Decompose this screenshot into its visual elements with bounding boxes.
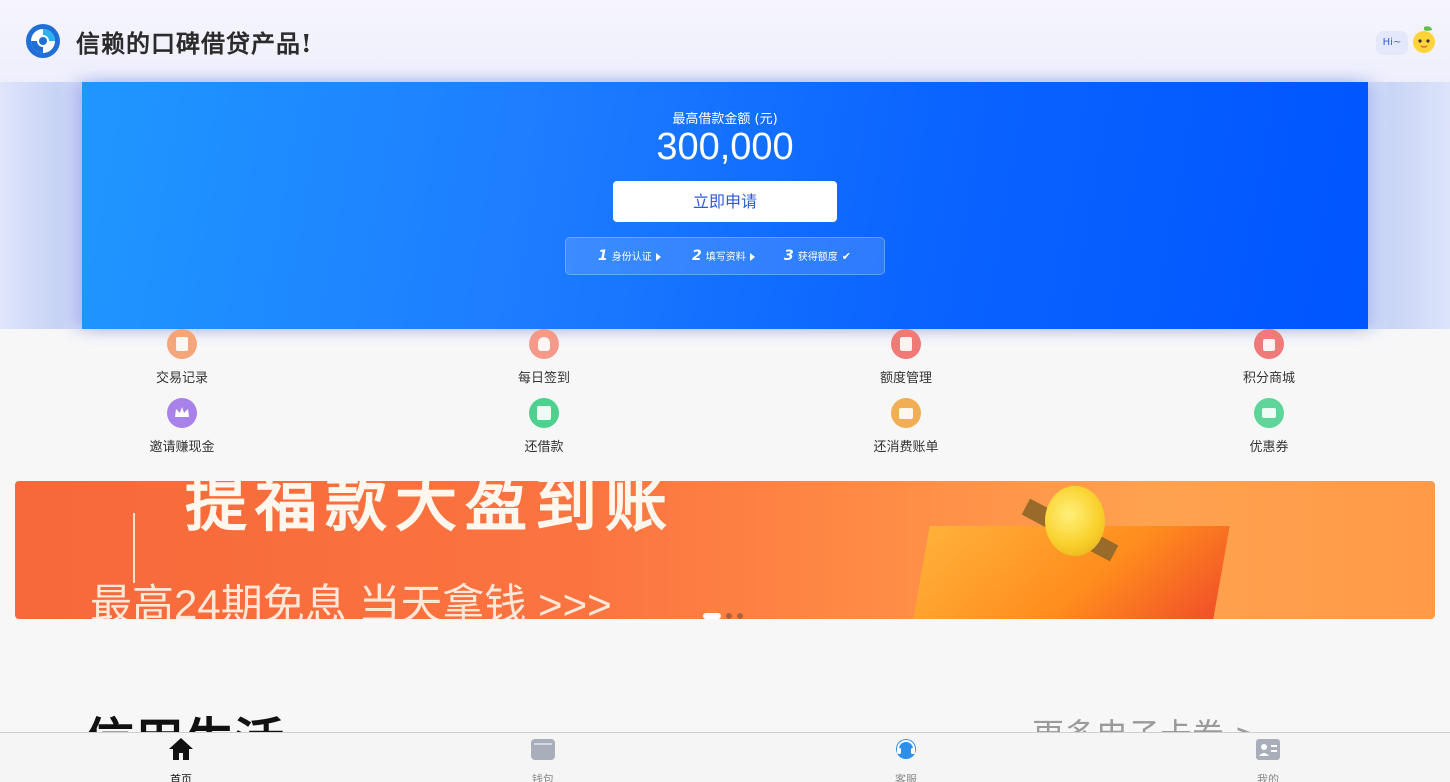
banner-headline: 提福款大盈到账 [185,481,676,540]
card-icon [529,398,559,428]
document-icon [167,329,197,359]
menu-item-invite[interactable]: 邀请赚现金 [122,398,242,455]
step-info: 2 填写资料 [692,238,755,274]
banner-subline: 最高24期免息 当天拿钱 >>> [90,581,612,619]
mascot-icon[interactable] [1410,25,1438,55]
coupon-icon [1254,398,1284,428]
arrow-right-icon [655,253,661,261]
menu-item-repay-bill[interactable]: 还消费账单 [846,398,966,455]
shopping-bag-icon [1254,329,1284,359]
loan-hero-card: 最高借款金额 (元) 300,000 立即申请 1 身份认证 2 填写资料 3 获得额… [82,82,1368,329]
apply-now-button[interactable]: 立即申请 [613,181,837,222]
menu-item-transactions[interactable]: 交易记录 [122,329,242,386]
brand-logo-icon [26,24,60,58]
carousel-indicator[interactable] [703,605,748,619]
carousel-dot-2[interactable] [726,612,732,619]
carousel-dot-1[interactable] [703,612,721,619]
menu-item-coupons[interactable]: 优惠券 [1209,398,1329,455]
coin-illustration [1045,486,1105,556]
greeting-badge[interactable]: Hi~ [1376,31,1408,55]
check-icon: ✔ [841,250,851,263]
tab-profile[interactable]: 我的 [1228,737,1308,782]
app-header: 信赖的口碑借贷产品! Hi~ [0,0,1450,82]
tab-home[interactable]: 首页 [141,737,221,782]
page-title: 信赖的口碑借贷产品! [76,29,313,58]
step-identity: 1 身份认证 [598,238,661,274]
carousel-dot-3[interactable] [737,612,743,619]
menu-item-points-mall[interactable]: 积分商城 [1209,329,1329,386]
promo-banner[interactable]: 提福款大盈到账 最高24期免息 当天拿钱 >>> [15,481,1435,619]
wallet-yen-icon [891,329,921,359]
amount-label: 最高借款金额 (元) [672,112,778,127]
max-loan-amount: 300,000 [656,126,794,168]
home-icon [169,738,193,760]
purse-icon [891,398,921,428]
bottom-tab-bar: 首页 钱包 客服 我的 [0,732,1450,782]
tab-wallet[interactable]: 钱包 [503,737,583,782]
tab-customer-service[interactable]: 客服 [866,737,946,782]
profile-card-icon [1256,739,1280,760]
headset-icon [896,739,916,759]
money-bag-icon [529,329,559,359]
application-steps: 1 身份认证 2 填写资料 3 获得额度 ✔ [565,237,885,275]
arrow-right-icon [749,253,755,261]
menu-item-checkin[interactable]: 每日签到 [484,329,604,386]
step-credit: 3 获得额度 ✔ [784,238,851,274]
crown-icon [167,398,197,428]
menu-item-repay-loan[interactable]: 还借款 [484,398,604,455]
wallet-icon [531,739,555,760]
menu-item-credit-limit[interactable]: 额度管理 [846,329,966,386]
